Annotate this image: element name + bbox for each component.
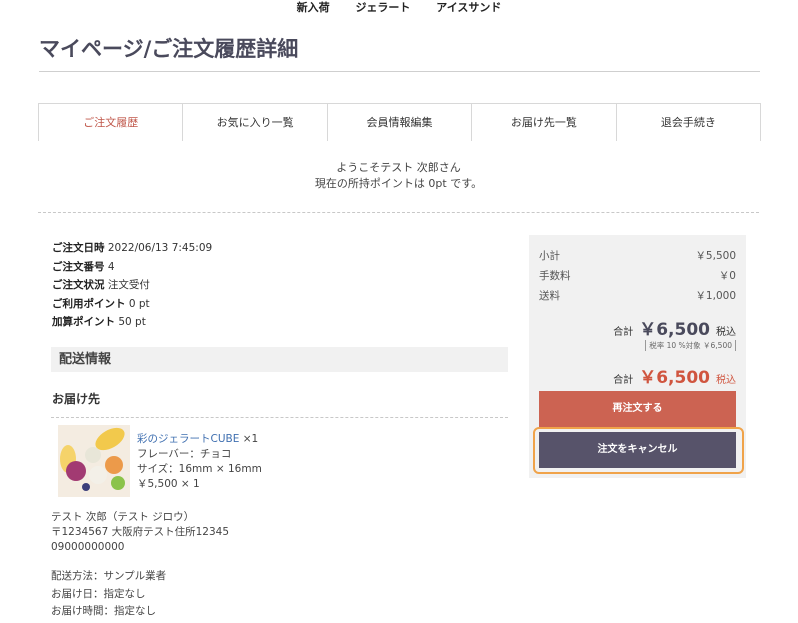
- tab-favorites[interactable]: お気に入り一覧: [183, 104, 328, 141]
- product-quantity: ×1: [242, 433, 259, 445]
- product-price: ￥5,500 × 1: [137, 478, 200, 490]
- tab-member-info[interactable]: 会員情報編集: [328, 104, 473, 141]
- order-info: ご注文日時 2022/06/13 7:45:09 ご注文番号 4 ご注文状況 注…: [52, 239, 212, 332]
- cancel-order-button[interactable]: 注文をキャンセル: [539, 432, 736, 468]
- shipping-fee-row: 送料 ￥1,000: [539, 290, 736, 302]
- used-points-row: ご利用ポイント 0 pt: [52, 297, 150, 310]
- reorder-button[interactable]: 再注文する: [539, 391, 736, 427]
- payment-total-amount: ￥6,500: [639, 368, 710, 388]
- title-divider: [39, 71, 760, 72]
- section-divider: [38, 212, 759, 213]
- earned-points-row: 加算ポイント 50 pt: [52, 316, 146, 328]
- total-row: 合計 ￥6,500 税込: [613, 315, 736, 340]
- payment-total-row: 合計 ￥6,500 税込: [613, 363, 736, 388]
- nav-new-arrivals[interactable]: 新入荷: [297, 0, 330, 15]
- shipping-method: 配送方法：サンプル業者: [51, 570, 167, 582]
- points-balance: 現在の所持ポイントは 0pt です。: [314, 177, 483, 190]
- product-size: サイズ：16mm × 16mm: [137, 463, 262, 475]
- welcome-greeting: ようこそテスト 次郎さん: [336, 161, 461, 174]
- product-details: 彩のジェラートCUBE ×1 フレーバー：チョコ サイズ：16mm × 16mm…: [137, 432, 262, 492]
- mypage-tabs: ご注文履歴 お気に入り一覧 会員情報編集 お届け先一覧 退会手続き: [38, 103, 761, 141]
- gelato-product-photo: [58, 425, 130, 497]
- tab-withdraw[interactable]: 退会手続き: [617, 104, 760, 141]
- product-flavor: フレーバー：チョコ: [137, 448, 232, 460]
- subtotal-row: 小計 ￥5,500: [539, 250, 736, 262]
- delivery-address: テスト 次郎（テスト ジロウ） 〒1234567 大阪府テスト住所12345 0…: [51, 510, 229, 555]
- top-navigation: 新入荷 ジェラート アイスサンド: [0, 0, 798, 16]
- nav-gelato[interactable]: ジェラート: [355, 0, 410, 15]
- delivery-time: お届け時間：指定なし: [51, 605, 156, 617]
- shipping-details: 配送方法：サンプル業者 お届け日：指定なし お届け時間：指定なし: [51, 568, 166, 621]
- tab-order-history[interactable]: ご注文履歴: [39, 104, 184, 141]
- destination-label: お届け先: [52, 392, 101, 406]
- recipient-name: テスト 次郎（テスト ジロウ）: [51, 511, 195, 523]
- product-name-link[interactable]: 彩のジェラートCUBE: [137, 433, 239, 445]
- order-summary-panel: 小計 ￥5,500 手数料 ￥0 送料 ￥1,000 合計 ￥6,500 税込 …: [529, 235, 746, 478]
- order-date-row: ご注文日時 2022/06/13 7:45:09: [52, 242, 213, 254]
- order-number-row: ご注文番号 4: [52, 260, 115, 273]
- tab-delivery-addresses[interactable]: お届け先一覧: [472, 104, 617, 141]
- nav-ice-sandwich[interactable]: アイスサンド: [436, 0, 501, 15]
- tax-breakdown: 税率 10 %対象 ￥6,500: [645, 340, 736, 351]
- destination-divider: [51, 417, 508, 418]
- fee-row: 手数料 ￥0: [539, 270, 736, 282]
- welcome-message: ようこそテスト 次郎さん 現在の所持ポイントは 0pt です。: [38, 160, 759, 192]
- shipping-section-header: 配送情報: [51, 347, 508, 372]
- recipient-postal-address: 〒1234567 大阪府テスト住所12345: [51, 526, 230, 538]
- delivery-date: お届け日：指定なし: [51, 587, 146, 600]
- recipient-phone: 09000000000: [51, 541, 125, 553]
- order-status-row: ご注文状況 注文受付: [52, 279, 150, 291]
- page-title: マイページ/ご注文履歴詳細: [39, 37, 299, 61]
- total-amount: ￥6,500: [639, 320, 710, 340]
- product-image[interactable]: [58, 425, 130, 497]
